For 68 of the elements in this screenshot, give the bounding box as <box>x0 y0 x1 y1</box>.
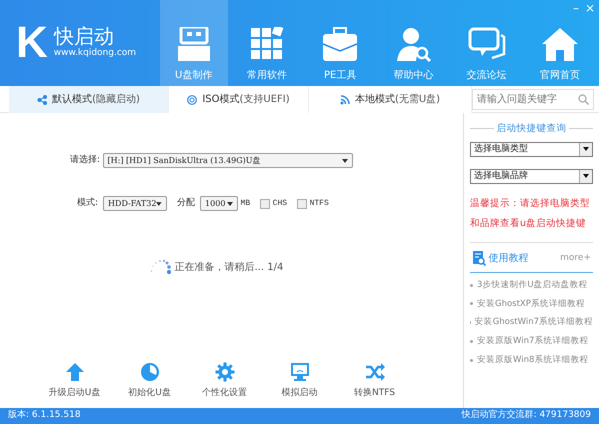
field-label: 分配 <box>177 196 196 210</box>
close-button[interactable]: × <box>584 2 595 14</box>
version-text: 版本: 6.1.15.518 <box>8 409 81 422</box>
caret-icon <box>583 147 589 152</box>
caret-icon <box>583 174 589 178</box>
nav-tab[interactable]: 帮助中心 <box>379 0 448 86</box>
section-title: 使用教程 <box>488 252 528 266</box>
caret-icon <box>342 158 348 162</box>
device-dropdown[interactable]: [H:] [HD1] SanDiskUltra (13.49G)U盘 <box>102 153 353 168</box>
bullet-icon <box>470 358 473 362</box>
more-link[interactable]: more+ <box>560 252 591 265</box>
select-dropdown[interactable]: 选择电脑类型 <box>470 142 593 157</box>
share-icon <box>37 94 48 104</box>
app-name: 快启动 <box>54 25 114 48</box>
monitor-icon <box>290 362 310 382</box>
disc-icon <box>187 94 198 104</box>
search-icon <box>578 94 589 104</box>
progress-status-text: 正在准备，请稍后... 1/4 <box>174 260 284 274</box>
tutorial-link[interactable]: 3步快速制作U盘启动盘教程 <box>477 278 588 292</box>
checkbox[interactable] <box>260 198 270 208</box>
group-number-text: 快启动官方交流群: 479173809 <box>462 409 591 422</box>
minimize-button[interactable]: – <box>572 2 579 14</box>
section-title: 启动快捷键查询 <box>496 122 566 136</box>
tool-button[interactable]: 个性化设置 <box>187 362 262 400</box>
document-search-icon <box>472 250 486 266</box>
mode-tab[interactable]: ISO模式(支持UEFI) <box>169 86 309 113</box>
bullet-icon <box>470 284 473 287</box>
website-url: www.kqidong.com <box>54 47 136 60</box>
tutorial-link[interactable]: 安装原版Win8系统详细教程 <box>477 354 588 366</box>
logo-letter: K <box>16 21 48 65</box>
bullet-icon <box>470 340 473 343</box>
mode-tab[interactable]: 默认模式(隐藏启动) <box>9 86 169 113</box>
search-field[interactable]: 请输入问题关键字 <box>472 88 594 110</box>
gear-icon <box>214 362 234 382</box>
tutorial-link[interactable]: 安装原版Win7系统详细教程 <box>477 335 588 348</box>
nav-tab[interactable]: 交流论坛 <box>452 0 521 86</box>
mode-dropdown[interactable]: HDD-FAT32 <box>103 196 168 211</box>
bullet-icon <box>470 302 473 306</box>
up-arrow-icon <box>64 362 84 382</box>
nav-tab[interactable]: U盘制作 <box>160 0 228 86</box>
tutorial-link[interactable]: 安装GhostXP系统详细教程 <box>477 298 585 310</box>
nav-tab[interactable]: 常用软件 <box>232 0 302 86</box>
tool-button[interactable]: 转换NTFS <box>337 362 412 400</box>
rss-icon <box>340 94 350 104</box>
unit-label: MB <box>240 198 250 210</box>
loading-spinner-icon <box>150 259 172 275</box>
tool-button[interactable]: 升级启动U盘 <box>37 362 112 400</box>
select-dropdown[interactable]: 选择电脑品牌 <box>470 168 593 184</box>
size-dropdown[interactable]: 1000 <box>200 196 238 211</box>
tutorial-link[interactable]: 安装GhostWin7系统详细教程 <box>474 316 593 329</box>
chat-bubbles-icon <box>468 27 506 62</box>
checkbox[interactable] <box>297 198 308 208</box>
caret-icon <box>156 202 162 206</box>
pie-chart-icon <box>140 362 160 382</box>
checkbox-label: NTFS <box>310 198 329 210</box>
field-label: 模式: <box>77 196 98 210</box>
shuffle-icon <box>364 362 384 382</box>
mode-tab[interactable]: 本地模式(无需U盘) <box>309 86 472 113</box>
field-label: 请选择: <box>70 154 100 167</box>
caret-icon <box>227 202 234 206</box>
tip-text: 温馨提示：请选择电脑类型和品牌查看u盘启动快捷键 <box>470 196 591 231</box>
tool-button[interactable]: 初始化U盘 <box>112 362 187 400</box>
house-icon <box>540 27 579 62</box>
user-search-icon <box>394 27 432 62</box>
nav-tab[interactable]: PE工具 <box>306 0 374 86</box>
tool-button[interactable]: 模拟启动 <box>262 362 337 400</box>
briefcase-icon <box>321 27 360 62</box>
checkbox-label: CHS <box>272 198 288 210</box>
